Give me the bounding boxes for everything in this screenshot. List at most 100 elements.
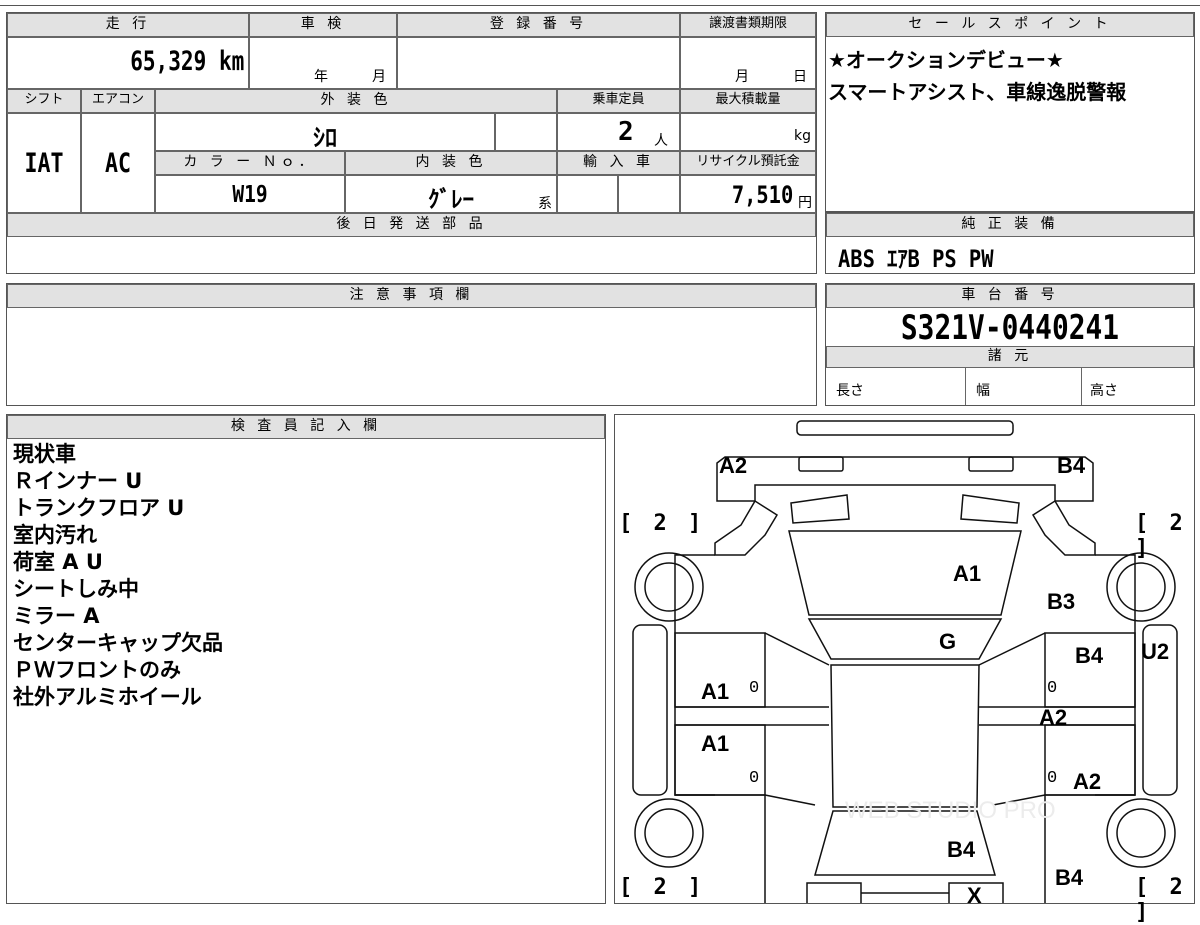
door-mark: 0 xyxy=(749,679,760,698)
recycle-fee-unit: 円 xyxy=(798,195,812,211)
damage-label: A2 xyxy=(1039,705,1068,730)
vehicle-info-table: 走 行 車 検 登 録 番 号 譲渡書類期限 65,329 km 年 月 月 日… xyxy=(6,12,817,274)
watermark: WEB STUDIO PRO xyxy=(845,797,1056,824)
color-number-cell: W19 xyxy=(155,175,345,213)
equipment-header: 純 正 装 備 xyxy=(826,213,1194,237)
damage-label: B3 xyxy=(1047,589,1076,614)
registration-cell xyxy=(397,37,680,89)
interior-color-value: ｸﾞﾚｰ xyxy=(428,187,474,213)
transfer-deadline-header: 譲渡書類期限 xyxy=(680,13,816,37)
car-damage-diagram: [ 2 ] [ 2 ] [ 2 ] [ 2 ] A2 B4 A1 B3 G B4… xyxy=(614,414,1195,925)
door-mark: 0 xyxy=(1047,679,1058,698)
height-cell: 高さ xyxy=(1082,368,1194,405)
shift-cell: IAT xyxy=(7,113,81,213)
inspector-line: 現状車 xyxy=(13,442,76,466)
inspector-line: 荷室 A U xyxy=(13,550,103,574)
exterior-color-value: ｼﾛ xyxy=(313,124,337,152)
capacity-header: 乗車定員 xyxy=(557,89,680,113)
car-outline xyxy=(632,420,1178,903)
later-parts-header: 後 日 発 送 部 品 xyxy=(7,213,816,237)
width-cell: 幅 xyxy=(966,368,1082,405)
recycle-fee-header: リサイクル預託金 xyxy=(680,151,816,175)
inspector-line: トランクフロア U xyxy=(13,496,185,520)
shaken-year-label: 年 xyxy=(314,69,328,85)
damage-label: A2 xyxy=(719,453,748,478)
inspector-line: センターキャップ欠品 xyxy=(13,631,223,655)
max-load-unit: kg xyxy=(794,128,811,144)
exterior-color-header: 外 装 色 xyxy=(155,89,557,113)
equipment-box: 純 正 装 備 ABS ｴｱB PS PW xyxy=(825,212,1195,274)
transfer-month-label: 月 xyxy=(735,69,749,85)
transfer-deadline-cell: 月 日 xyxy=(680,37,816,89)
damage-label: B4 xyxy=(1055,865,1084,890)
tire-rear-left: [ 2 ] xyxy=(619,875,706,900)
damage-label: X xyxy=(967,883,982,908)
shaken-month-label: 月 xyxy=(372,69,386,85)
inspector-line: 室内汚れ xyxy=(13,523,97,547)
sales-point-line-2: スマートアシスト、車線逸脱警報 xyxy=(828,80,1127,104)
length-cell: 長さ xyxy=(826,368,966,405)
shift-value: IAT xyxy=(24,148,64,179)
damage-label: A1 xyxy=(701,731,730,756)
width-label: 幅 xyxy=(976,383,990,399)
max-load-header: 最大積載量 xyxy=(680,89,816,113)
aircon-cell: AC xyxy=(81,113,155,213)
capacity-cell: 2 人 xyxy=(557,113,680,151)
inspector-line: ＰＷフロントのみ xyxy=(13,658,181,682)
height-label: 高さ xyxy=(1090,383,1118,399)
inspector-header: 検 査 員 記 入 欄 xyxy=(7,415,605,439)
damage-label: A2 xyxy=(1073,769,1102,794)
chassis-box: 車 台 番 号 S321V-0440241 諸 元 長さ 幅 高さ xyxy=(825,283,1195,406)
shaken-cell: 年 月 xyxy=(249,37,397,89)
tire-rear-right: [ 2 ] xyxy=(1135,875,1187,925)
import-cell-b xyxy=(618,175,680,213)
door-mark: 0 xyxy=(749,769,760,788)
damage-label: A1 xyxy=(701,679,730,704)
inspector-line: ミラー A xyxy=(13,604,100,628)
spec-header: 諸 元 xyxy=(826,346,1194,368)
damage-label: U2 xyxy=(1141,639,1170,664)
mileage-header: 走 行 xyxy=(7,13,249,37)
exterior-color-extra-cell xyxy=(495,113,557,151)
door-mark: 0 xyxy=(1047,769,1058,788)
sales-point-line-1: ★オークションデビュー★ xyxy=(828,48,1064,72)
interior-color-cell: ｸﾞﾚｰ 系 xyxy=(345,175,557,213)
inspector-line: シートしみ中 xyxy=(13,577,139,601)
damage-label: B4 xyxy=(1075,643,1104,668)
sales-point-header: セ ー ル ス ポ イ ン ト xyxy=(826,13,1194,37)
import-header: 輸 入 車 xyxy=(557,151,680,175)
notes-box: 注 意 事 項 欄 xyxy=(6,283,817,406)
aircon-value: AC xyxy=(104,148,131,179)
inspector-line: Ｒインナー U xyxy=(13,469,143,493)
capacity-unit: 人 xyxy=(654,133,668,149)
exterior-color-cell: ｼﾛ xyxy=(155,113,495,152)
max-load-cell: kg xyxy=(680,113,816,151)
inspector-box: 検 査 員 記 入 欄 現状車 Ｒインナー U トランクフロア U 室内汚れ 荷… xyxy=(6,414,606,904)
equipment-value: ABS ｴｱB PS PW xyxy=(838,245,994,273)
transfer-day-label: 日 xyxy=(793,69,807,85)
color-number-value: W19 xyxy=(232,182,268,208)
aircon-header: エアコン xyxy=(81,89,155,113)
color-number-header: カ ラ ー Ｎｏ． xyxy=(155,151,345,175)
notes-header: 注 意 事 項 欄 xyxy=(7,284,816,308)
mileage-value: 65,329 km xyxy=(129,46,244,77)
tire-front-right: [ 2 ] xyxy=(1135,511,1187,561)
length-label: 長さ xyxy=(836,383,864,399)
import-cell-a xyxy=(557,175,618,213)
damage-label: G xyxy=(939,629,957,654)
damage-label: B4 xyxy=(1057,453,1086,478)
mileage-cell: 65,329 km xyxy=(7,37,249,89)
shift-header: シフト xyxy=(7,89,81,113)
recycle-fee-cell: 7,510 円 xyxy=(680,175,816,213)
damage-label: B4 xyxy=(947,837,976,862)
recycle-fee-value: 7,510 xyxy=(731,181,793,209)
registration-header: 登 録 番 号 xyxy=(397,13,680,37)
tire-front-left: [ 2 ] xyxy=(619,511,706,536)
top-strip xyxy=(0,0,1200,6)
inspector-line: 社外アルミホイール xyxy=(13,685,202,709)
later-parts-cell xyxy=(7,237,816,273)
inspector-notes: 現状車 Ｒインナー U トランクフロア U 室内汚れ 荷室 A U シートしみ中… xyxy=(13,441,223,711)
interior-color-header: 内 装 色 xyxy=(345,151,557,175)
chassis-header: 車 台 番 号 xyxy=(826,284,1194,308)
interior-color-suffix: 系 xyxy=(538,196,552,212)
